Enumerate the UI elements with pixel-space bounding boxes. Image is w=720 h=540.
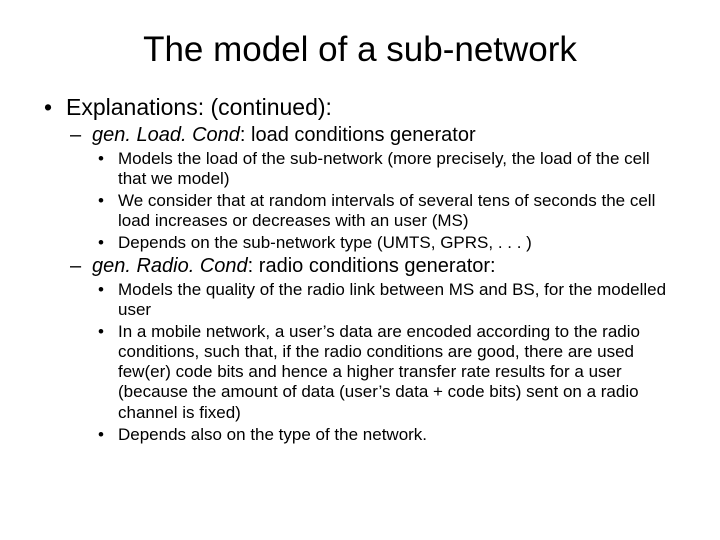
- bullet-list-l2: gen. Load. Cond: load conditions generat…: [66, 124, 680, 445]
- term-loadcond: gen. Load. Cond: [92, 124, 240, 146]
- term-loadcond-desc: : load conditions generator: [240, 124, 476, 146]
- term-radiocond-desc: : radio conditions generator:: [248, 255, 496, 277]
- slide: The model of a sub-network Explanations:…: [0, 0, 720, 540]
- l1-text: Explanations: (continued):: [66, 94, 332, 120]
- l2-item-radiocond: gen. Radio. Cond: radio conditions gener…: [92, 255, 680, 444]
- bullet-list-l3: Models the load of the sub-network (more…: [92, 149, 680, 253]
- bullet-list-l1: Explanations: (continued): gen. Load. Co…: [40, 94, 680, 445]
- l3-item: Models the load of the sub-network (more…: [118, 149, 680, 189]
- l3-item: Depends also on the type of the network.: [118, 425, 680, 445]
- l3-item: Depends on the sub-network type (UMTS, G…: [118, 233, 680, 253]
- l3-item: Models the quality of the radio link bet…: [118, 280, 680, 320]
- l2-item-loadcond: gen. Load. Cond: load conditions generat…: [92, 124, 680, 253]
- term-radiocond: gen. Radio. Cond: [92, 255, 248, 277]
- bullet-list-l3: Models the quality of the radio link bet…: [92, 280, 680, 444]
- l3-item: We consider that at random intervals of …: [118, 191, 680, 231]
- slide-title: The model of a sub-network: [40, 30, 680, 70]
- l3-item: In a mobile network, a user’s data are e…: [118, 322, 680, 422]
- l1-item: Explanations: (continued): gen. Load. Co…: [66, 94, 680, 445]
